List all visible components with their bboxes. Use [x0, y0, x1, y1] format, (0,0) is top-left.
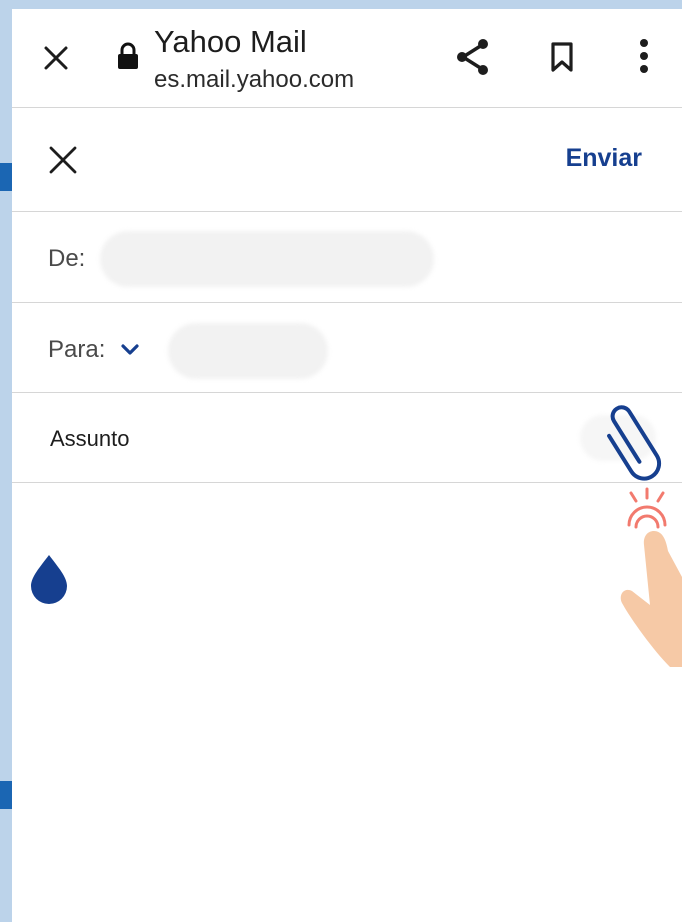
frame-edge-bottom — [0, 781, 12, 809]
to-label: Para: — [48, 336, 106, 363]
share-icon[interactable] — [454, 37, 492, 77]
compose-header: Enviar — [12, 108, 682, 212]
page-title[interactable]: Yahoo Mail — [154, 24, 307, 60]
page-url[interactable]: es.mail.yahoo.com — [154, 66, 354, 94]
browser-toolbar: Yahoo Mail es.mail.yahoo.com — [12, 9, 682, 108]
lock-icon — [118, 42, 138, 69]
send-button[interactable]: Enviar — [566, 144, 642, 173]
close-icon[interactable] — [42, 44, 70, 72]
from-row[interactable]: De: — [12, 212, 682, 303]
phone-screen: Yahoo Mail es.mail.yahoo.com Enviar De: — [12, 9, 682, 922]
frame-edge-top — [0, 163, 12, 191]
from-address-redacted — [100, 231, 434, 287]
more-vertical-icon[interactable] — [638, 38, 650, 74]
tapping-finger-icon — [620, 487, 682, 667]
close-compose-icon[interactable] — [48, 145, 78, 175]
bookmark-icon[interactable] — [550, 41, 574, 73]
text-cursor-handle-icon[interactable] — [28, 553, 70, 605]
chevron-down-icon[interactable] — [120, 343, 140, 357]
from-label: De: — [48, 245, 86, 272]
message-body[interactable] — [12, 483, 682, 922]
to-row[interactable]: Para: — [12, 303, 682, 393]
to-address-redacted — [168, 323, 328, 379]
subject-input[interactable] — [50, 421, 570, 457]
paperclip-icon[interactable] — [596, 393, 672, 483]
subject-row — [12, 393, 682, 483]
